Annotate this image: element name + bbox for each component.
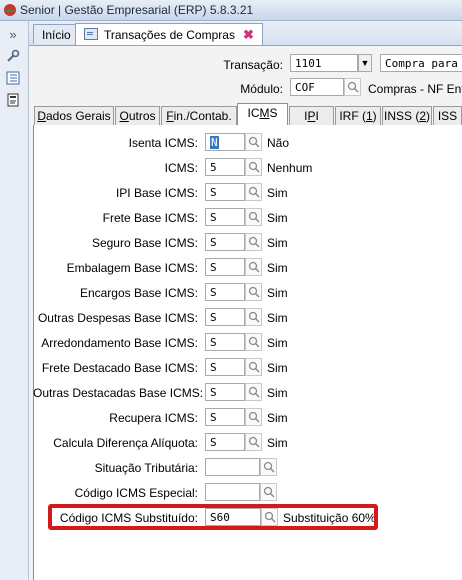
modulo-description: Compras - NF Entr <box>368 82 462 96</box>
app-logo-icon <box>4 4 16 16</box>
search-icon[interactable] <box>245 183 262 201</box>
field-label: Seguro Base ICMS: <box>91 236 198 250</box>
subtab-irf[interactable]: IRF (1) <box>335 106 381 125</box>
field-description: Sim <box>267 236 288 250</box>
tab-transacoes-compras[interactable]: Transações de Compras ✖ <box>75 23 263 45</box>
field-description: Sim <box>267 211 288 225</box>
field-label: Encargos Base ICMS: <box>79 286 198 300</box>
subtab-dados-gerais[interactable]: Dados Gerais <box>34 106 114 125</box>
transacao-label: Transação: <box>223 58 283 72</box>
field-label: Calcula Diferença Alíquota: <box>53 436 198 450</box>
field-label: Recupera ICMS: <box>109 411 198 425</box>
tab-transacoes-label: Transações de Compras <box>104 28 235 42</box>
document-icon <box>84 28 98 40</box>
search-icon[interactable] <box>260 458 277 476</box>
search-icon[interactable] <box>245 233 262 251</box>
dropdown-icon[interactable]: ▼ <box>358 54 372 72</box>
field-input[interactable]: N <box>205 133 245 151</box>
field-description: Sim <box>267 186 288 200</box>
field-label: Outras Despesas Base ICMS: <box>37 311 198 325</box>
field-description: Sim <box>267 436 288 450</box>
tab-inicio-label: Início <box>42 28 71 42</box>
field-input[interactable]: S <box>205 183 245 201</box>
list-icon[interactable] <box>3 69 23 87</box>
search-icon[interactable] <box>245 208 262 226</box>
search-icon[interactable] <box>245 158 262 176</box>
field-description: Sim <box>267 336 288 350</box>
search-icon[interactable] <box>245 358 262 376</box>
subtab-fin-contab[interactable]: Fin./Contab. <box>161 106 237 125</box>
field-input[interactable]: S <box>205 283 245 301</box>
field-input[interactable]: S <box>205 233 245 251</box>
search-icon[interactable] <box>245 308 262 326</box>
search-icon[interactable] <box>260 483 277 501</box>
field-description: Sim <box>267 361 288 375</box>
field-input[interactable]: S <box>205 308 245 326</box>
modulo-label: Módulo: <box>240 82 283 96</box>
transacao-description: Compra para <box>380 54 462 72</box>
field-input[interactable]: S <box>205 358 245 376</box>
field-description: Não <box>267 136 290 150</box>
field-label: Isenta ICMS: <box>128 136 198 150</box>
wrench-icon[interactable] <box>3 47 23 65</box>
search-icon[interactable] <box>245 333 262 351</box>
field-input[interactable]: 5 <box>205 158 245 176</box>
field-label: ICMS: <box>164 161 198 175</box>
field-label: Frete Base ICMS: <box>102 211 198 225</box>
field-description: Nenhum <box>267 161 313 175</box>
field-label: IPI Base ICMS: <box>115 186 198 200</box>
search-icon[interactable] <box>245 408 262 426</box>
field-label: Arredondamento Base ICMS: <box>41 336 198 350</box>
field-description: Sim <box>267 261 288 275</box>
field-label: Outras Destacadas Base ICMS: <box>33 386 204 400</box>
modulo-input[interactable]: COF <box>290 78 344 96</box>
field-description: Sim <box>267 311 288 325</box>
main-tabstrip: Início Transações de Compras ✖ <box>29 21 462 46</box>
search-icon[interactable] <box>245 133 262 151</box>
field-input[interactable] <box>205 483 260 501</box>
search-icon[interactable] <box>344 78 361 96</box>
field-label: Frete Destacado Base ICMS: <box>41 361 198 375</box>
field-label: Embalagem Base ICMS: <box>66 261 198 275</box>
field-input[interactable] <box>205 458 260 476</box>
subtab-inss[interactable]: INSS (2) <box>382 106 432 125</box>
field-input[interactable]: S <box>205 383 245 401</box>
search-icon[interactable] <box>245 433 262 451</box>
field-input[interactable]: S <box>205 433 245 451</box>
close-icon[interactable]: ✖ <box>243 27 254 42</box>
subtab-ipi[interactable]: IPI <box>289 106 334 125</box>
highlight-box <box>48 504 378 530</box>
field-description: Sim <box>267 386 288 400</box>
tab-inicio[interactable]: Início <box>33 24 80 44</box>
search-icon[interactable] <box>245 258 262 276</box>
form-icon[interactable] <box>3 91 23 109</box>
title-bar: Senior | Gestão Empresarial (ERP) 5.8.3.… <box>0 0 462 21</box>
field-label: Situação Tributária: <box>94 461 198 475</box>
search-icon[interactable] <box>245 283 262 301</box>
window-title: Senior | Gestão Empresarial (ERP) 5.8.3.… <box>20 3 254 17</box>
subtab-outros[interactable]: Outros <box>115 106 160 125</box>
field-description: Sim <box>267 286 288 300</box>
search-icon[interactable] <box>245 383 262 401</box>
transacao-input[interactable]: 1101 <box>290 54 358 72</box>
field-input[interactable]: S <box>205 408 245 426</box>
subtab-iss[interactable]: ISS <box>433 106 462 125</box>
field-input[interactable]: S <box>205 258 245 276</box>
field-input[interactable]: S <box>205 208 245 226</box>
left-toolbar: » <box>0 21 29 580</box>
field-input[interactable]: S <box>205 333 245 351</box>
field-label: Código ICMS Especial: <box>74 486 198 500</box>
subtab-icms[interactable]: ICMS <box>237 103 288 126</box>
sub-tabstrip: Dados Gerais Outros Fin./Contab. ICMS IP… <box>33 103 462 126</box>
field-description: Sim <box>267 411 288 425</box>
expand-icon[interactable]: » <box>3 25 23 43</box>
